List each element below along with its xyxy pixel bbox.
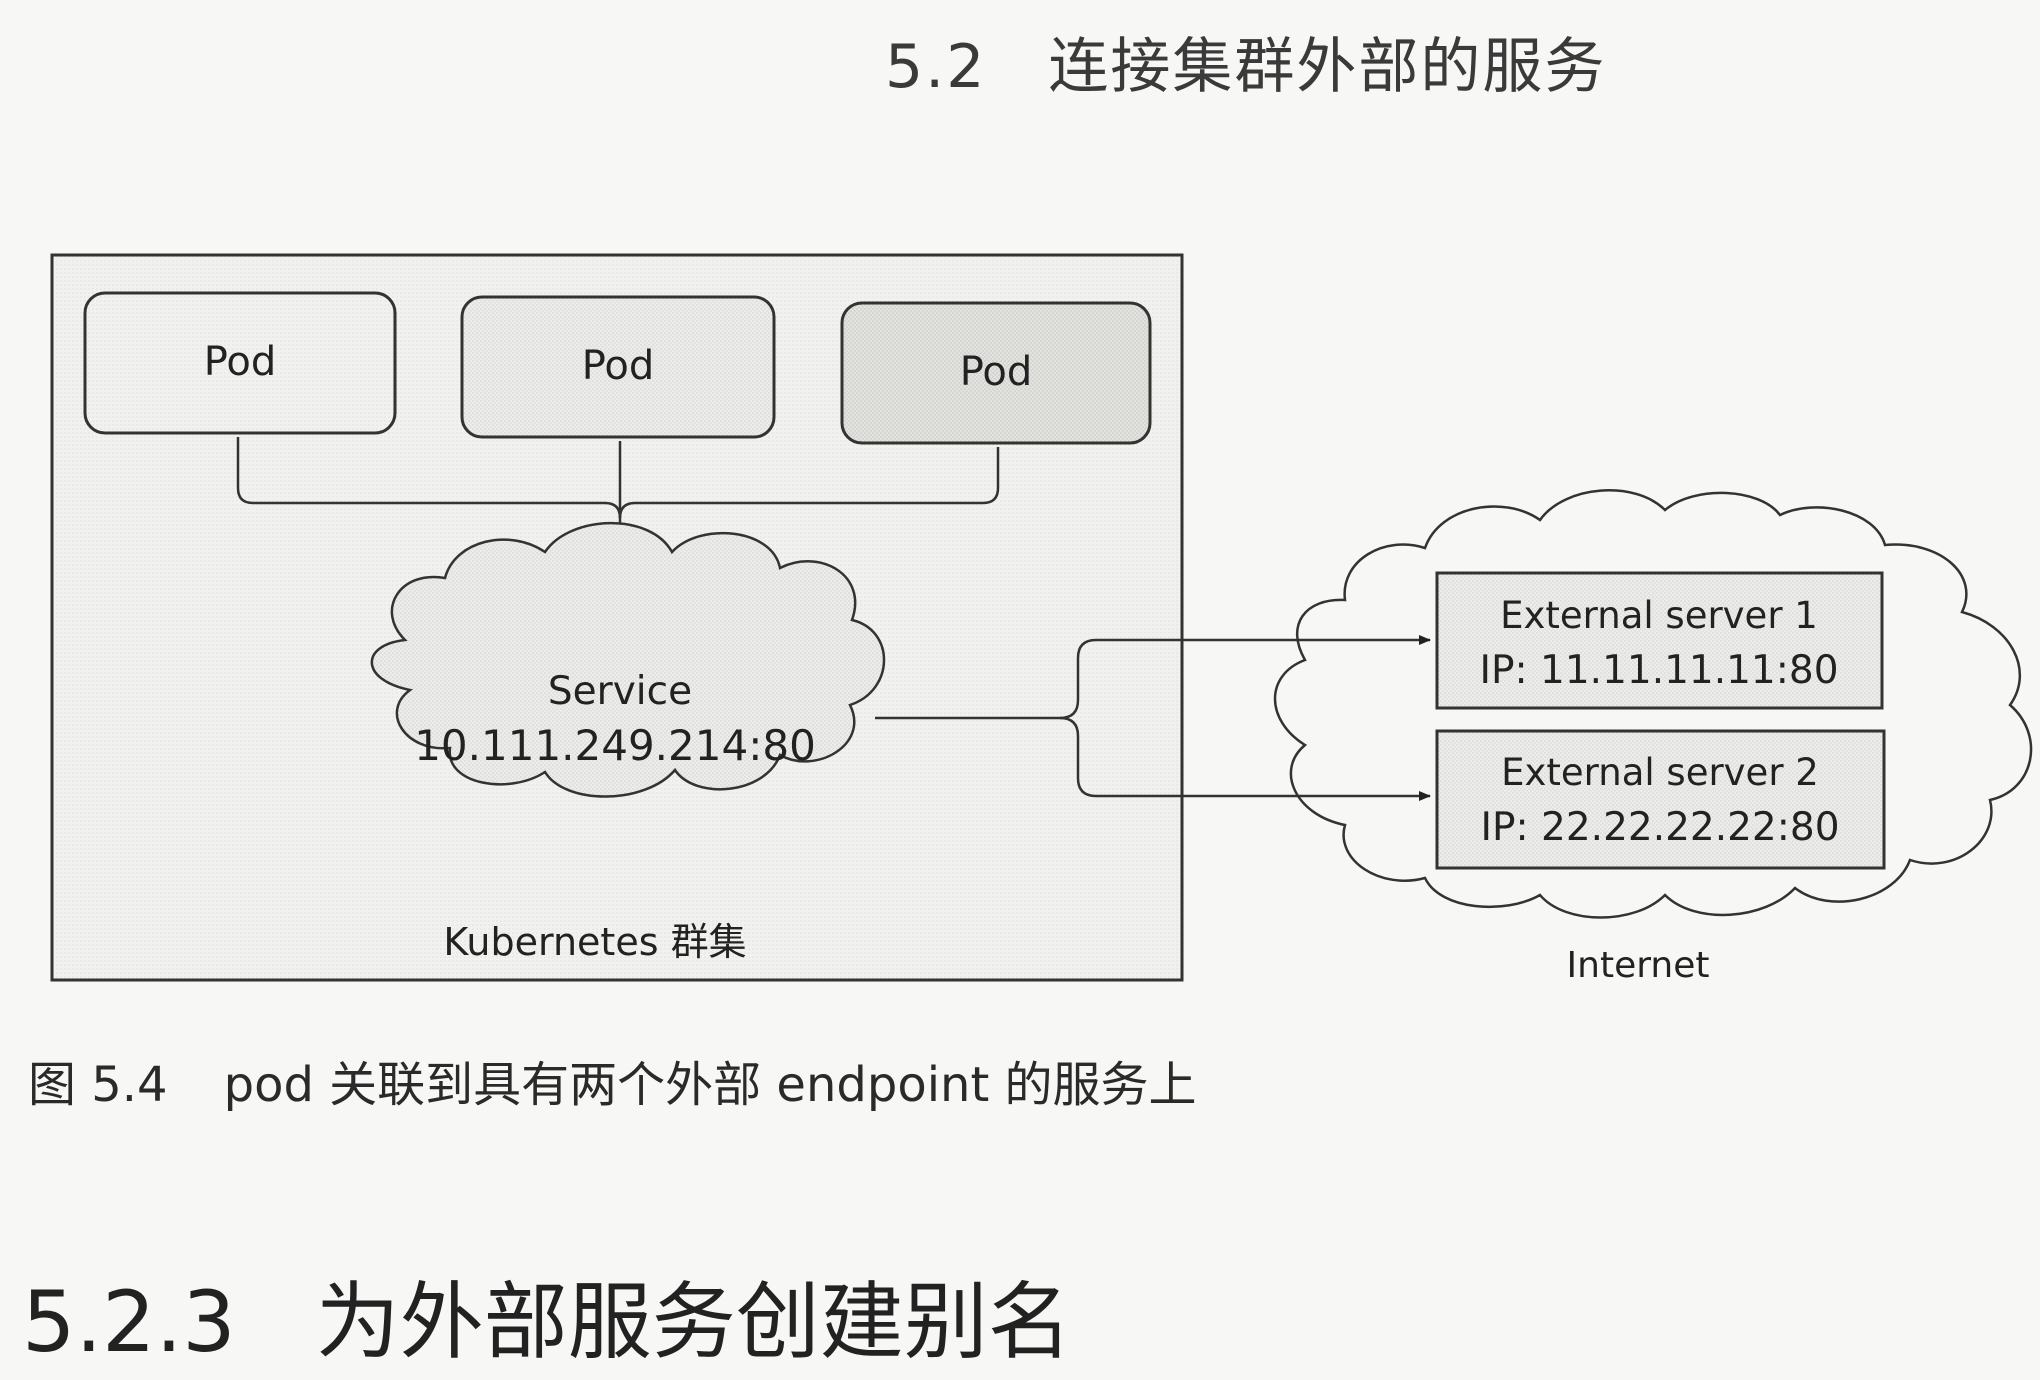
section-heading-title: 为外部服务创建别名 bbox=[315, 1273, 1072, 1371]
pod-2: Pod bbox=[460, 295, 776, 439]
pod-1: Pod bbox=[83, 291, 397, 435]
cluster-label: Kubernetes 群集 bbox=[443, 920, 746, 964]
service-label: Service bbox=[548, 669, 692, 714]
pod-2-label: Pod bbox=[582, 343, 655, 389]
external-server-1-name: External server 1 bbox=[1500, 594, 1818, 637]
figure-diagram: Pod Pod Pod Service 10.111.249.214:80 Ku… bbox=[50, 253, 2033, 986]
section-heading: 5.2.3 为外部服务创建别名 bbox=[22, 1255, 1072, 1376]
pod-1-label: Pod bbox=[204, 339, 277, 385]
external-server-1-ip: IP: 11.11.11.11:80 bbox=[1479, 648, 1838, 693]
pod-3: Pod bbox=[840, 301, 1152, 445]
section-heading-number: 5.2.3 bbox=[22, 1273, 236, 1371]
external-server-2-name: External server 2 bbox=[1501, 751, 1819, 794]
external-server-2: External server 2 IP: 22.22.22.22:80 bbox=[1435, 729, 1886, 870]
figure-caption-text: pod 关联到具有两个外部 endpoint 的服务上 bbox=[223, 1057, 1197, 1113]
external-server-2-ip: IP: 22.22.22.22:80 bbox=[1480, 805, 1839, 850]
figure-caption-number: 图 5.4 bbox=[28, 1057, 168, 1113]
figure-caption: 图 5.4 pod 关联到具有两个外部 endpoint 的服务上 bbox=[28, 1045, 1197, 1115]
pod-3-label: Pod bbox=[960, 349, 1033, 395]
service-address: 10.111.249.214:80 bbox=[414, 721, 816, 770]
internet-label: Internet bbox=[1567, 945, 1710, 986]
external-server-1: External server 1 IP: 11.11.11.11:80 bbox=[1435, 571, 1884, 710]
